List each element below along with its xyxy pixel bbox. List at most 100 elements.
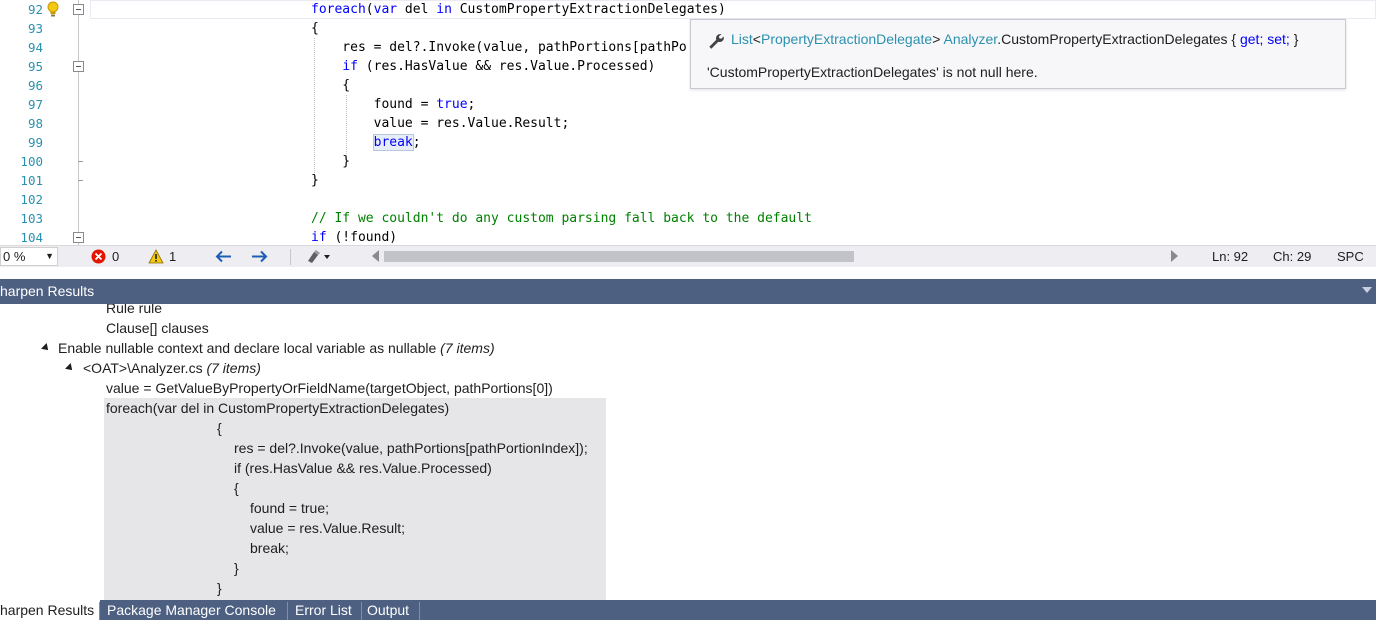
code-text: { [311,21,319,36]
quick-info-tooltip: List<PropertyExtractionDelegate> Analyze… [690,19,1346,89]
snippet-line: { [234,480,239,496]
tooltip-description: 'CustomPropertyExtractionDelegates' is n… [707,64,1038,80]
line-number: 101 [20,173,43,188]
arrow-right-icon[interactable] [251,250,268,263]
whitespace-mode[interactable]: SPC [1337,248,1364,266]
scroll-right-arrow[interactable] [1171,250,1178,262]
expand-triangle-icon[interactable] [65,363,75,373]
list-item[interactable]: Clause[] clauses [106,318,209,338]
code-line: 104 if (!found) [0,228,1376,245]
tab-error-list[interactable]: Error List [289,600,358,620]
tab-package-manager-console[interactable]: Package Manager Console [101,600,282,620]
sig-class: Analyzer [943,31,998,47]
file-label: <OAT>\Analyzer.cs [83,360,207,376]
zoom-dropdown[interactable]: 0 % ▼ [0,247,58,266]
code-text: } [311,154,351,169]
sig-lt: < [752,31,761,47]
divider [290,249,291,265]
code-line: 103 // If we couldn't do any custom pars… [0,209,1376,228]
tab-separator [419,602,420,620]
snippet-line: } [217,580,222,596]
code-line: 102 [0,190,1376,209]
chevron-down-icon: ▼ [45,251,54,261]
sig-end: } [1289,31,1299,47]
line-number: 95 [27,59,43,74]
code-text: { [311,78,351,93]
group-count: (7 items) [440,340,495,356]
sig-set: set; [1267,31,1290,47]
line-indicator: Ln: 92 [1212,249,1249,264]
editor-status-bar: 0 % ▼ 0 1 Ln: 92 Ch: 29 SPC [0,245,1376,267]
arrow-left-icon[interactable] [215,250,232,263]
code-comment: // If we couldn't do any custom parsing … [311,211,812,226]
snippet-line: foreach(var del in CustomPropertyExtract… [106,400,450,416]
code-text: found = true; [311,97,476,112]
code-line: 99 break; [0,133,1376,152]
warning-count[interactable]: 1 [169,248,176,266]
snippet-line: { [217,420,222,436]
line-number: 103 [20,211,43,226]
sig-get: get; [1239,31,1264,47]
code-line: 100 } [0,152,1376,171]
list-item[interactable]: value = GetValueByPropertyOrFieldName(ta… [106,378,553,398]
tree-group-item[interactable]: Enable nullable context and declare loca… [58,338,495,358]
error-icon[interactable] [91,249,106,264]
line-number: 97 [27,97,43,112]
tree-file-item[interactable]: <OAT>\Analyzer.cs (7 items) [83,358,261,378]
wrench-icon [709,34,724,49]
snippet-line: break; [250,540,289,556]
code-line: 98 value = res.Value.Result; [0,114,1376,133]
code-text: if (res.HasValue && res.Value.Processed) [342,59,656,74]
results-tree[interactable]: Rule rule Clause[] clauses Enable nullab… [0,304,1376,600]
char-indicator: Ch: 29 [1273,249,1312,264]
selected-result-item[interactable]: foreach(var del in CustomPropertyExtract… [104,398,606,600]
tab-separator [99,602,100,620]
list-item[interactable]: Rule rule [106,304,162,318]
tool-window-tabs: harpen Results Package Manager Console E… [0,600,1376,620]
code-line: 97 found = true; [0,95,1376,114]
snippet-line: found = true; [250,500,330,516]
line-number: 98 [27,116,43,131]
expand-triangle-icon[interactable] [41,343,51,353]
brush-icon[interactable] [304,249,332,264]
horizontal-scrollbar-thumb[interactable] [384,251,854,262]
tab-output[interactable]: Output [361,600,415,620]
tooltip-signature: List<PropertyExtractionDelegate> Analyze… [731,31,1298,47]
sig-gt: > [932,31,941,47]
line-number: 100 [20,154,43,169]
tab-resharper-results[interactable]: harpen Results [0,600,101,620]
code-text: } [311,173,319,188]
sig-type: List [731,31,753,47]
code-text: value = res.Value.Result; [311,116,570,131]
line-number: 92 [27,2,43,17]
error-count[interactable]: 0 [112,248,119,266]
sig-member: .CustomPropertyExtractionDelegates { [997,31,1240,47]
snippet-line: } [234,560,239,576]
code-text: if (!found) [311,230,398,245]
line-number: 93 [27,21,43,36]
tool-window-title: harpen Results [0,283,95,299]
sig-generic: PropertyExtractionDelegate [760,31,933,47]
snippet-line: value = res.Value.Result; [250,520,405,536]
code-editor[interactable]: 92 foreach(var del in CustomPropertyExtr… [0,0,1376,245]
snippet-line: if (res.HasValue && res.Value.Processed) [234,460,492,476]
group-label: Enable nullable context and declare loca… [58,340,441,356]
line-number: 96 [27,78,43,93]
code-line: 92 foreach(var del in CustomPropertyExtr… [0,0,1376,19]
warning-icon[interactable] [148,249,164,264]
scroll-left-arrow[interactable] [372,250,379,262]
line-number: 94 [27,40,43,55]
tab-separator [287,602,288,620]
code-text: res = del?.Invoke(value, pathPortions[pa… [311,40,687,55]
file-count: (7 items) [206,360,261,376]
code-text: foreach(var del in CustomPropertyExtract… [311,2,726,17]
tool-window-header[interactable]: harpen Results [0,279,1376,304]
code-text: break; [372,134,421,151]
zoom-value: 0 % [3,249,26,264]
line-number: 104 [20,230,43,245]
code-line: 101 } [0,171,1376,190]
snippet-line: res = del?.Invoke(value, pathPortions[pa… [234,440,588,456]
line-number: 99 [27,135,43,150]
chevron-down-icon[interactable] [1362,287,1372,293]
line-number: 102 [20,192,43,207]
